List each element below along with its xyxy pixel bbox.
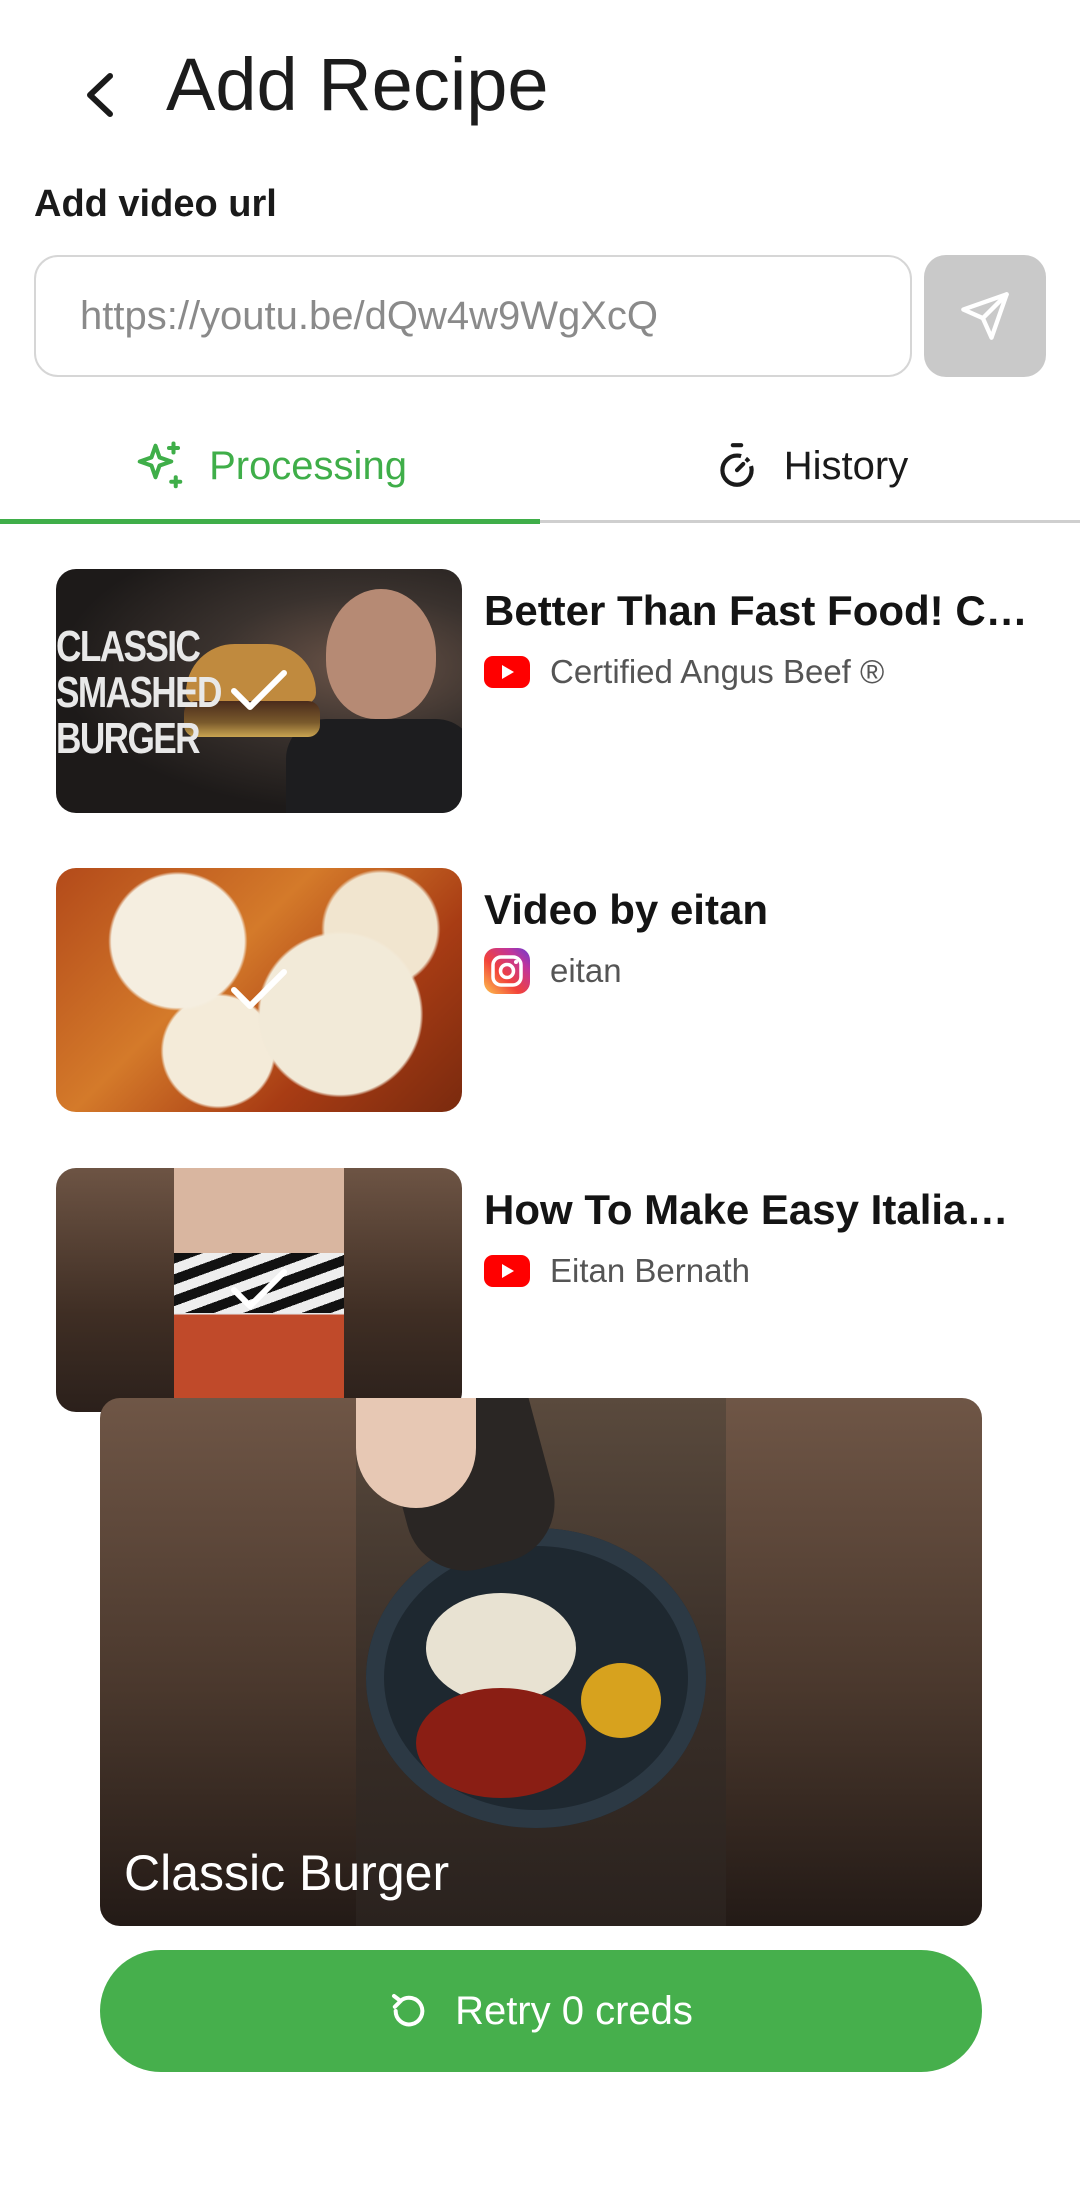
list-item[interactable]: How To Make Easy Italia… Eitan Bernath (0, 1168, 1080, 1418)
video-preview-card[interactable]: Classic Burger (100, 1398, 982, 1926)
send-button[interactable] (924, 255, 1046, 377)
timer-icon (720, 443, 754, 487)
preview-mustard (581, 1663, 661, 1738)
tab-history-label: History (783, 443, 909, 488)
source-name: eitan (550, 952, 622, 989)
add-recipe-screen: Add Recipe Add video url Processing (0, 0, 1080, 2207)
video-url-input[interactable] (34, 255, 912, 377)
preview-ketchup (416, 1688, 586, 1798)
sparkles-icon (137, 441, 183, 489)
recipe-source: Eitan Bernath (484, 1246, 750, 1296)
check-icon (231, 670, 287, 710)
tab-processing[interactable]: Processing (0, 410, 540, 522)
recipe-source: Certified Angus Beef ® (484, 647, 884, 697)
thumbnail (56, 868, 462, 1112)
recipe-source: eitan (484, 946, 622, 996)
preview-mayo (426, 1593, 576, 1703)
header: Add Recipe (0, 0, 1080, 180)
chevron-left-icon (87, 73, 113, 117)
back-button[interactable] (60, 55, 140, 135)
recipe-title: How To Make Easy Italia… (484, 1186, 1009, 1233)
tab-bar: Processing History (0, 410, 1080, 525)
retry-button-label: Retry 0 creds (455, 1988, 693, 2033)
recipe-title: Better Than Fast Food! Cl… (484, 587, 1034, 634)
retry-icon (392, 1994, 425, 2027)
thumbnail-overlay-text: CLASSIC SMASHED BURGER (56, 622, 222, 763)
list-item[interactable]: CLASSIC SMASHED BURGER Better Than Fast Fo… (0, 569, 1080, 819)
source-name: Eitan Bernath (550, 1252, 750, 1289)
tab-processing-label: Processing (209, 443, 407, 488)
youtube-icon (484, 1255, 530, 1287)
send-icon (961, 292, 1009, 340)
check-icon (231, 969, 287, 1009)
list-item[interactable]: Video by eitan eitan (0, 868, 1080, 1118)
youtube-icon (484, 656, 530, 688)
thumbnail-person (326, 589, 436, 719)
thumbnail (56, 1168, 462, 1412)
retry-button[interactable]: Retry 0 creds (100, 1950, 982, 2072)
page-title: Add Recipe (166, 43, 549, 126)
instagram-icon (484, 948, 530, 994)
source-name: Certified Angus Beef ® (550, 653, 885, 690)
preview-title: Classic Burger (124, 1845, 450, 1901)
tab-history[interactable]: History (540, 410, 1080, 522)
url-field-label: Add video url (34, 183, 277, 225)
thumbnail: CLASSIC SMASHED BURGER (56, 569, 462, 813)
recipe-title: Video by eitan (484, 886, 768, 933)
check-icon (231, 1269, 287, 1309)
tab-active-indicator (0, 519, 540, 524)
